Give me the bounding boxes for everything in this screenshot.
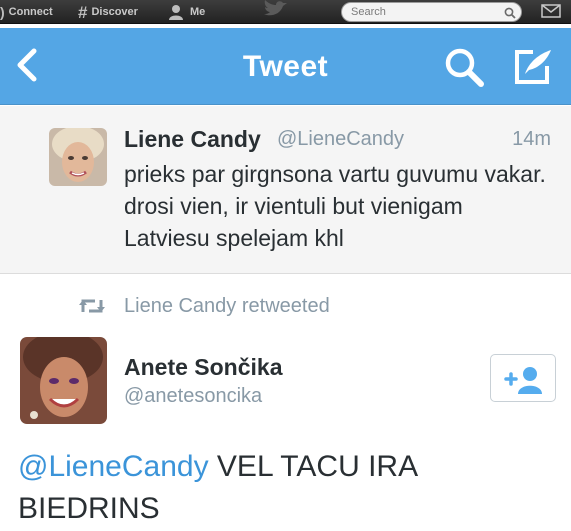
search-icon[interactable] [443,46,485,88]
retweeted-author-handle[interactable]: @anetesoncika [124,385,262,408]
avatar[interactable] [20,337,107,424]
add-user-icon [504,367,542,394]
search-field[interactable]: Search [341,2,522,22]
tweet-author-handle[interactable]: @LieneCandy [277,128,404,151]
tweet-navbar: Tweet [0,28,571,105]
search-icon[interactable] [504,6,516,19]
discover-label: Discover [91,6,138,18]
hash-icon: # [78,2,88,22]
retweet-icon [78,297,106,315]
mail-icon[interactable] [541,3,561,19]
retweeted-author-name[interactable]: Anete Sončika [124,354,283,381]
me-tab[interactable]: Me [168,3,205,21]
top-system-bar: ) Connect # Discover Me Search [0,0,571,24]
discover-tab[interactable]: # Discover [78,3,138,21]
retweet-context: Liene Candy retweeted [78,293,330,319]
compose-icon[interactable] [511,44,555,88]
avatar[interactable] [49,128,107,186]
tweet-author-name[interactable]: Liene Candy [124,126,261,153]
mention-link[interactable]: @LieneCandy [18,450,209,483]
connect-label: Connect [8,6,53,18]
follow-button[interactable] [490,354,556,402]
tweet-item[interactable]: Liene Candy @LieneCandy 14m prieks par g… [0,106,571,274]
search-placeholder: Search [351,6,386,18]
tweet-timestamp: 14m [512,128,551,150]
bird-icon[interactable] [262,0,288,18]
person-icon [168,4,184,20]
retweet-label[interactable]: Liene Candy retweeted [124,295,330,318]
page-title: Tweet [242,50,329,83]
retweeted-tweet-text: @LieneCandy VEL TACU IRA BIEDRINS [18,446,558,530]
me-label: Me [190,6,206,18]
tweet-text: prieks par girgnsona vartu guvumu vakar.… [124,161,546,251]
connect-tab[interactable]: ) Connect [0,3,53,21]
connect-icon: ) [0,4,5,20]
